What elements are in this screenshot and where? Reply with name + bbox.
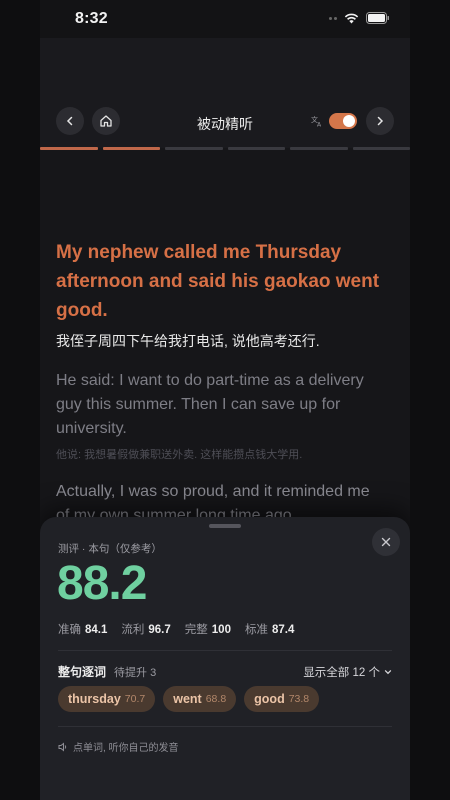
active-sentence-en[interactable]: My nephew called me Thursday afternoon a… — [56, 238, 386, 325]
word-tabs: 整句逐词 待提升 3 显示全部 12 个 — [58, 663, 392, 680]
tab-word-by-word[interactable]: 整句逐词 — [58, 663, 106, 680]
progress-segment — [352, 147, 410, 150]
translate-icon: 文 A — [311, 115, 322, 128]
wifi-icon — [344, 13, 359, 23]
playback-hint: 点单词, 听你自己的发音 — [58, 739, 179, 754]
progress-segment — [165, 147, 223, 150]
left-backdrop — [0, 0, 40, 800]
word-chip[interactable]: thursday 70.7 — [58, 686, 156, 712]
progress-segment — [227, 147, 285, 150]
speaker-icon — [58, 741, 67, 752]
metric-fluency: 流利 96.7 — [121, 624, 171, 636]
sentence-progress — [40, 147, 410, 151]
hint-text: 点单词, 听你自己的发音 — [73, 743, 179, 754]
svg-text:A: A — [317, 122, 322, 128]
progress-segment — [290, 147, 348, 150]
score-metrics: 准确 84.1 流利 96.7 完整 100 标准 87.4 — [58, 621, 294, 637]
phone-screen: 8:32 被动精听 文 A My nephew called me Thursd… — [40, 0, 410, 800]
translation-toggle-group[interactable]: 文 A — [311, 113, 357, 129]
sheet-handle[interactable] — [209, 524, 241, 528]
signal-icon — [329, 16, 337, 20]
evaluation-sheet: 测评 · 本句（仅参考） 88.2 准确 84.1 流利 96.7 完整 100 标准… — [40, 517, 410, 800]
metric-standard: 标准 87.4 — [244, 624, 295, 636]
chevron-right-icon — [377, 116, 384, 126]
translation-toggle[interactable] — [329, 113, 357, 129]
right-backdrop — [410, 0, 450, 800]
status-icons — [329, 12, 390, 24]
metric-completeness: 完整 100 — [184, 624, 231, 636]
battery-icon — [366, 12, 389, 24]
divider — [58, 650, 392, 651]
word-chip[interactable]: went 68.8 — [163, 686, 237, 712]
transcript: My nephew called me Thursday afternoon a… — [56, 238, 386, 528]
close-icon — [381, 537, 391, 547]
progress-segment — [102, 147, 160, 150]
tab-to-improve[interactable]: 待提升 3 — [114, 664, 156, 680]
next-sentence-en[interactable]: He said: I want to do part-time as a del… — [56, 369, 386, 441]
status-time: 8:32 — [75, 10, 108, 27]
next-sentence-zh: 他说: 我想暑假做兼职送外卖. 这样能攒点钱大学用. — [56, 449, 303, 461]
chevron-down-icon — [384, 669, 392, 674]
divider — [58, 726, 392, 727]
next-button[interactable] — [366, 107, 394, 135]
status-bar: 8:32 — [40, 0, 410, 38]
overall-score: 88.2 — [57, 557, 147, 610]
show-all-button[interactable]: 显示全部 12 个 — [303, 664, 392, 680]
progress-segment — [40, 147, 98, 150]
show-all-label: 显示全部 12 个 — [303, 666, 380, 679]
evaluation-label: 测评 · 本句（仅参考） — [58, 543, 162, 555]
close-button[interactable] — [372, 528, 400, 556]
metric-accuracy: 准确 84.1 — [58, 624, 108, 636]
word-chip[interactable]: good 73.8 — [244, 686, 320, 712]
active-sentence-zh: 我侄子周四下午给我打电话, 说他高考还行. — [56, 333, 320, 349]
weak-word-chips: thursday 70.7 went 68.8 good 73.8 — [58, 686, 320, 712]
